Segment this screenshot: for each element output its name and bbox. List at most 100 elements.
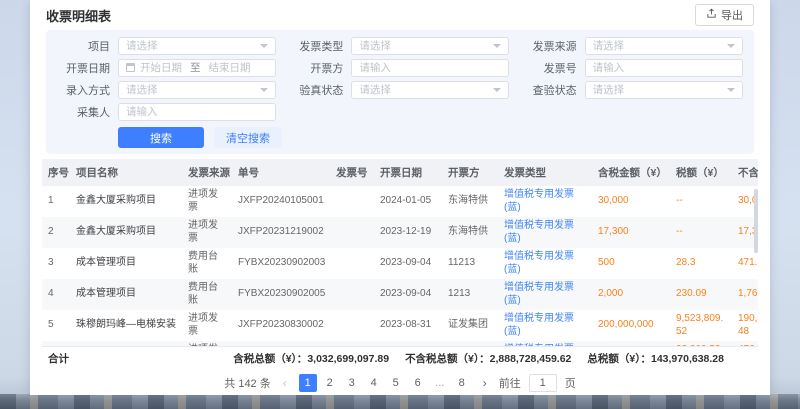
filter-field-verify-status: 验真状态 请选择 [285,80,514,99]
chevron-down-icon [493,44,501,48]
page-button-3[interactable]: 3 [343,374,361,392]
page-button-8[interactable]: 8 [453,374,471,392]
cell-no: 2 [42,217,70,248]
invoice-no-input[interactable]: 请输入 [585,59,743,77]
field-label: 录入方式 [52,82,110,98]
cell-type: 增值税专用发票(蓝) [498,248,592,279]
total-count: 共 142 条 [224,375,270,391]
cell-no: 5 [42,310,70,341]
entry-method-select[interactable]: 请选择 [118,81,276,99]
chevron-down-icon [727,44,735,48]
chevron-down-icon [493,88,501,92]
cell-invoice_no [330,248,374,279]
cell-type: 增值税专用发票(蓝) [498,341,592,346]
chevron-down-icon [727,88,735,92]
table-row: 4成本管理项目费用台账FYBX202309020052023-09-041213… [42,279,758,310]
project-select[interactable]: 请选择 [118,37,276,55]
column-header-doc_no: 单号 [232,159,330,186]
export-icon [706,8,717,22]
page-button-4[interactable]: 4 [365,374,383,392]
collector-input[interactable]: 请输入 [118,103,276,121]
invoice-date-range-picker[interactable]: 开始日期 至 结束日期 [118,59,276,77]
filter-panel: 项目 请选择 发票类型 请选择 发票来源 请选择 [46,30,754,154]
cell-source: 进项发票 [182,217,232,248]
table-header-row: 序号项目名称发票来源单号发票号开票日期开票方发票类型含税金额（¥）税额（¥）不含… [42,159,758,186]
page-button-2[interactable]: 2 [321,374,339,392]
cell-no: 6 [42,341,70,346]
total-tax: 总税额（¥）：143,970,638.28 [587,351,724,366]
cell-project: 珠穆朗玛峰—电梯安装 [70,310,182,341]
cell-amount_without_tax: 476,190,476.19 [732,341,758,346]
cell-invoice_no [330,310,374,341]
invoice-source-select[interactable]: 请选择 [585,37,743,55]
total-without-tax: 不含税总额（¥）：2,888,728,459.62 [405,351,571,366]
page-button-5[interactable]: 5 [387,374,405,392]
cell-doc_no: JXFP20230830002 [232,310,330,341]
vertical-scrollbar[interactable] [754,189,758,253]
cell-doc_no: JXFP20230831001 [232,341,330,346]
cell-source: 进项发票 [182,310,232,341]
goto-label: 前往 [499,375,521,391]
cell-source: 费用台账 [182,248,232,279]
cell-amount_with_tax: 30,000 [592,186,670,217]
cell-no: 3 [42,248,70,279]
title-bar: 收票明细表 导出 [30,0,770,30]
cell-no: 1 [42,186,70,217]
column-header-amount_with_tax: 含税金额（¥） [592,159,670,186]
invoice-table: 序号项目名称发票来源单号发票号开票日期开票方发票类型含税金额（¥）税额（¥）不含… [42,159,758,346]
filter-field-invoice-source: 发票来源 请选择 [519,36,748,55]
next-page-button[interactable]: › [477,376,493,390]
cell-type: 增值税专用发票(蓝) [498,279,592,310]
cell-invoice_no [330,217,374,248]
field-label: 发票号 [519,60,577,76]
cell-amount_with_tax: 500,000,000 [592,341,670,346]
export-label: 导出 [721,7,743,23]
cell-project: 成本管理项目 [70,279,182,310]
cell-amount_without_tax: 190,476,190.48 [732,310,758,341]
verify-status-select[interactable]: 请选择 [351,81,509,99]
cell-date: 2024-01-05 [374,186,442,217]
calendar-icon [126,63,135,72]
cell-tax: 9,523,809.52 [670,310,732,341]
cell-issuer: 1213 [442,279,498,310]
page-button-1[interactable]: 1 [299,374,317,392]
clear-search-button[interactable]: 清空搜索 [214,127,282,148]
page-button-6[interactable]: 6 [409,374,427,392]
cell-tax: -- [670,186,732,217]
table-body: 1金鑫大厦采购项目进项发票JXFP202401050012024-01-05东海… [42,186,758,346]
column-header-invoice_no: 发票号 [330,159,374,186]
wallpaper-cityscape [0,394,800,409]
check-status-select[interactable]: 请选择 [585,81,743,99]
summary-total-label: 合计 [48,351,69,366]
filter-field-invoice-type: 发票类型 请选择 [285,36,514,55]
total-with-tax: 含税总额（¥）：3,032,699,097.89 [233,351,389,366]
field-label: 项目 [52,38,110,54]
cell-issuer: 东海特供 [442,217,498,248]
cell-amount_with_tax: 17,300 [592,217,670,248]
filter-grid: 项目 请选择 发票类型 请选择 发票来源 请选择 [52,36,748,121]
prev-page-button[interactable]: ‹ [277,376,293,390]
filter-actions: 搜索 清空搜索 [52,127,748,148]
invoice-type-select[interactable]: 请选择 [351,37,509,55]
pagination: 共 142 条 ‹ 123456...8 › 前往 页 [30,370,770,395]
cell-doc_no: JXFP20231219002 [232,217,330,248]
cell-amount_with_tax: 2,000 [592,279,670,310]
column-header-amount_without_tax: 不含税金额（¥） [732,159,758,186]
cell-date: 2023-09-04 [374,279,442,310]
table-row: 5珠穆朗玛峰—电梯安装进项发票JXFP202308300022023-08-31… [42,310,758,341]
cell-amount_with_tax: 500 [592,248,670,279]
field-label: 发票来源 [519,38,577,54]
issuer-input[interactable]: 请输入 [351,59,509,77]
invoice-detail-panel: 收票明细表 导出 项目 请选择 发票类型 请选择 [30,0,770,395]
export-button[interactable]: 导出 [695,4,754,26]
search-button[interactable]: 搜索 [118,127,204,148]
goto-page-input[interactable] [529,374,557,392]
cell-invoice_no [330,279,374,310]
cell-issuer: 证发集团 [442,310,498,341]
cell-project: 金鑫大厦采购项目 [70,186,182,217]
field-label: 开票日期 [52,60,110,76]
chevron-down-icon [260,88,268,92]
filter-field-collector: 采集人 请输入 [52,102,281,121]
cell-source: 进项发票 [182,186,232,217]
cell-source: 进项发票 [182,341,232,346]
